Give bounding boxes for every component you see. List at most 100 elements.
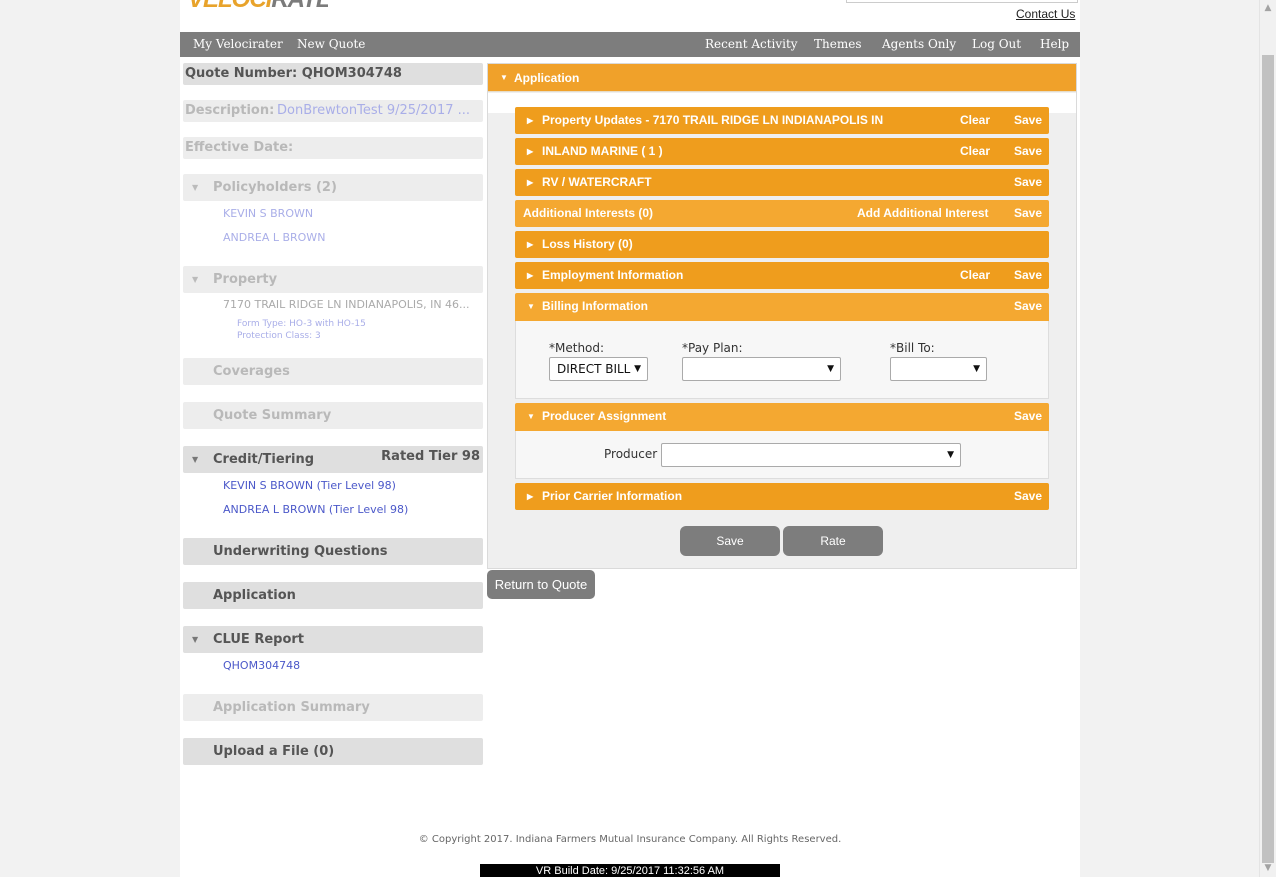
- rate-button[interactable]: Rate: [783, 526, 883, 556]
- form-type: Form Type: HO-3 with HO-15: [237, 319, 366, 329]
- description-label: Description:: [185, 103, 275, 118]
- application-label: Application: [213, 588, 296, 603]
- nav-new-quote[interactable]: New Quote: [297, 32, 365, 57]
- scroll-down-icon[interactable]: ▼: [1260, 860, 1276, 877]
- sidebar-property[interactable]: ▼ Property: [183, 266, 483, 293]
- producer-label: Producer: [604, 447, 658, 461]
- clear-button[interactable]: Clear: [960, 262, 990, 289]
- chevron-right-icon: ▶: [527, 271, 534, 280]
- nav-help[interactable]: Help: [1040, 32, 1069, 57]
- section-additional-interests[interactable]: Additional Interests (0) Add Additional …: [515, 200, 1049, 227]
- dropdown-arrow-icon: ▼: [827, 364, 834, 374]
- section-title: Employment Information: [542, 268, 684, 282]
- save-button[interactable]: Save: [1014, 262, 1042, 289]
- save-button[interactable]: Save: [1014, 138, 1042, 165]
- section-inland-marine[interactable]: ▶ INLAND MARINE ( 1 ) Clear Save: [515, 138, 1049, 165]
- nav-log-out[interactable]: Log Out: [972, 32, 1021, 57]
- chevron-right-icon: ▶: [527, 178, 534, 187]
- upload-file-label: Upload a File (0): [213, 744, 335, 759]
- save-button[interactable]: Save: [1014, 169, 1042, 196]
- description-value[interactable]: DonBrewtonTest 9/25/2017 ...: [277, 100, 470, 122]
- producer-body: Producer ▼: [515, 431, 1049, 479]
- application-summary-label: Application Summary: [213, 700, 370, 715]
- property-address[interactable]: 7170 TRAIL RIDGE LN INDIANAPOLIS, IN 46.…: [223, 298, 470, 311]
- application-title: Application: [514, 71, 580, 85]
- scroll-up-icon[interactable]: ▲: [1260, 0, 1276, 17]
- clear-button[interactable]: Clear: [960, 138, 990, 165]
- quote-number: Quote Number: QHOM304748: [183, 63, 483, 85]
- section-producer-assignment[interactable]: ▼ Producer Assignment Save: [515, 403, 1049, 431]
- return-to-quote-button[interactable]: Return to Quote: [487, 570, 595, 599]
- scrollbar-thumb[interactable]: [1262, 55, 1274, 863]
- application-panel: ▼ Application ▶ Property Updates - 7170 …: [487, 63, 1077, 569]
- save-button[interactable]: Save: [680, 526, 780, 556]
- application-header[interactable]: ▼ Application: [488, 64, 1076, 92]
- producer-select[interactable]: ▼: [661, 443, 961, 467]
- nav-themes[interactable]: Themes: [814, 32, 861, 57]
- section-billing-information[interactable]: ▼ Billing Information Save: [515, 293, 1049, 321]
- section-title: Additional Interests (0): [523, 206, 654, 220]
- clue-link[interactable]: QHOM304748: [223, 659, 300, 672]
- protection-class: Protection Class: 3: [237, 331, 321, 341]
- copyright: © Copyright 2017. Indiana Farmers Mutual…: [418, 834, 842, 845]
- sidebar-clue-report[interactable]: ▼ CLUE Report: [183, 626, 483, 653]
- chevron-down-icon: ▼: [527, 302, 535, 311]
- vertical-scrollbar[interactable]: ▲ ▼: [1259, 0, 1276, 877]
- coverages-label: Coverages: [213, 364, 290, 379]
- contact-us-link[interactable]: Contact Us: [1016, 7, 1075, 21]
- method-select[interactable]: DIRECT BILL ▼: [549, 357, 648, 381]
- sidebar-coverages[interactable]: Coverages: [183, 358, 483, 385]
- chevron-down-icon: ▼: [192, 455, 199, 464]
- dropdown-arrow-icon: ▼: [973, 364, 980, 374]
- sidebar-credit-tiering[interactable]: ▼ Credit/Tiering Rated Tier 98: [183, 446, 483, 473]
- velocirater-logo[interactable]: VELOCIRATER: [188, 0, 328, 16]
- dropdown-arrow-icon: ▼: [947, 450, 954, 460]
- logo-text-2: RATER: [271, 0, 328, 13]
- credit-tiering-label: Credit/Tiering: [213, 452, 315, 467]
- nav-my-velocirater[interactable]: My Velocirater: [193, 32, 283, 57]
- credit-link[interactable]: KEVIN S BROWN (Tier Level 98): [223, 479, 396, 492]
- sidebar-application-summary[interactable]: Application Summary: [183, 694, 483, 721]
- build-date: VR Build Date: 9/25/2017 11:32:56 AM: [480, 864, 780, 877]
- policyholders-label: Policyholders (2): [213, 180, 337, 195]
- save-button[interactable]: Save: [1014, 200, 1042, 227]
- sidebar-application[interactable]: Application: [183, 582, 483, 609]
- sidebar-quote-summary[interactable]: Quote Summary: [183, 402, 483, 429]
- section-title: Loss History (0): [542, 237, 633, 251]
- section-employment-information[interactable]: ▶ Employment Information Clear Save: [515, 262, 1049, 289]
- save-button[interactable]: Save: [1014, 107, 1042, 134]
- chevron-down-icon: ▼: [192, 183, 199, 192]
- bill-to-label: *Bill To:: [890, 341, 935, 355]
- section-property-updates[interactable]: ▶ Property Updates - 7170 TRAIL RIDGE LN…: [515, 107, 1049, 134]
- section-title: RV / WATERCRAFT: [542, 175, 652, 189]
- credit-link[interactable]: ANDREA L BROWN (Tier Level 98): [223, 503, 408, 516]
- section-loss-history[interactable]: ▶ Loss History (0): [515, 231, 1049, 258]
- add-additional-interest-button[interactable]: Add Additional Interest: [857, 200, 989, 227]
- sidebar-upload-file[interactable]: Upload a File (0): [183, 738, 483, 765]
- logo-text-1: VELOCI: [188, 0, 272, 13]
- chevron-right-icon: ▶: [527, 116, 534, 125]
- nav-agents-only[interactable]: Agents Only: [882, 32, 956, 57]
- sidebar-policyholders[interactable]: ▼ Policyholders (2): [183, 174, 483, 201]
- policyholder-link[interactable]: ANDREA L BROWN: [223, 231, 325, 244]
- top-input[interactable]: [846, 0, 1078, 3]
- policyholder-link[interactable]: KEVIN S BROWN: [223, 207, 313, 220]
- section-title: INLAND MARINE ( 1 ): [542, 144, 663, 158]
- clear-button[interactable]: Clear: [960, 107, 990, 134]
- bill-to-select[interactable]: ▼: [890, 357, 987, 381]
- quote-summary-label: Quote Summary: [213, 408, 332, 423]
- pay-plan-select[interactable]: ▼: [682, 357, 841, 381]
- effective-date-label: Effective Date:: [185, 140, 294, 155]
- save-button[interactable]: Save: [1014, 403, 1042, 430]
- dropdown-arrow-icon: ▼: [634, 364, 641, 374]
- save-button[interactable]: Save: [1014, 483, 1042, 510]
- method-value: DIRECT BILL: [557, 362, 631, 376]
- section-prior-carrier-information[interactable]: ▶ Prior Carrier Information Save: [515, 483, 1049, 510]
- underwriting-label: Underwriting Questions: [213, 544, 388, 559]
- sidebar-underwriting-questions[interactable]: Underwriting Questions: [183, 538, 483, 565]
- section-title: Billing Information: [542, 299, 648, 313]
- nav-recent-activity[interactable]: Recent Activity: [705, 32, 798, 57]
- save-button[interactable]: Save: [1014, 293, 1042, 320]
- chevron-down-icon: ▼: [527, 412, 535, 421]
- section-rv-watercraft[interactable]: ▶ RV / WATERCRAFT Save: [515, 169, 1049, 196]
